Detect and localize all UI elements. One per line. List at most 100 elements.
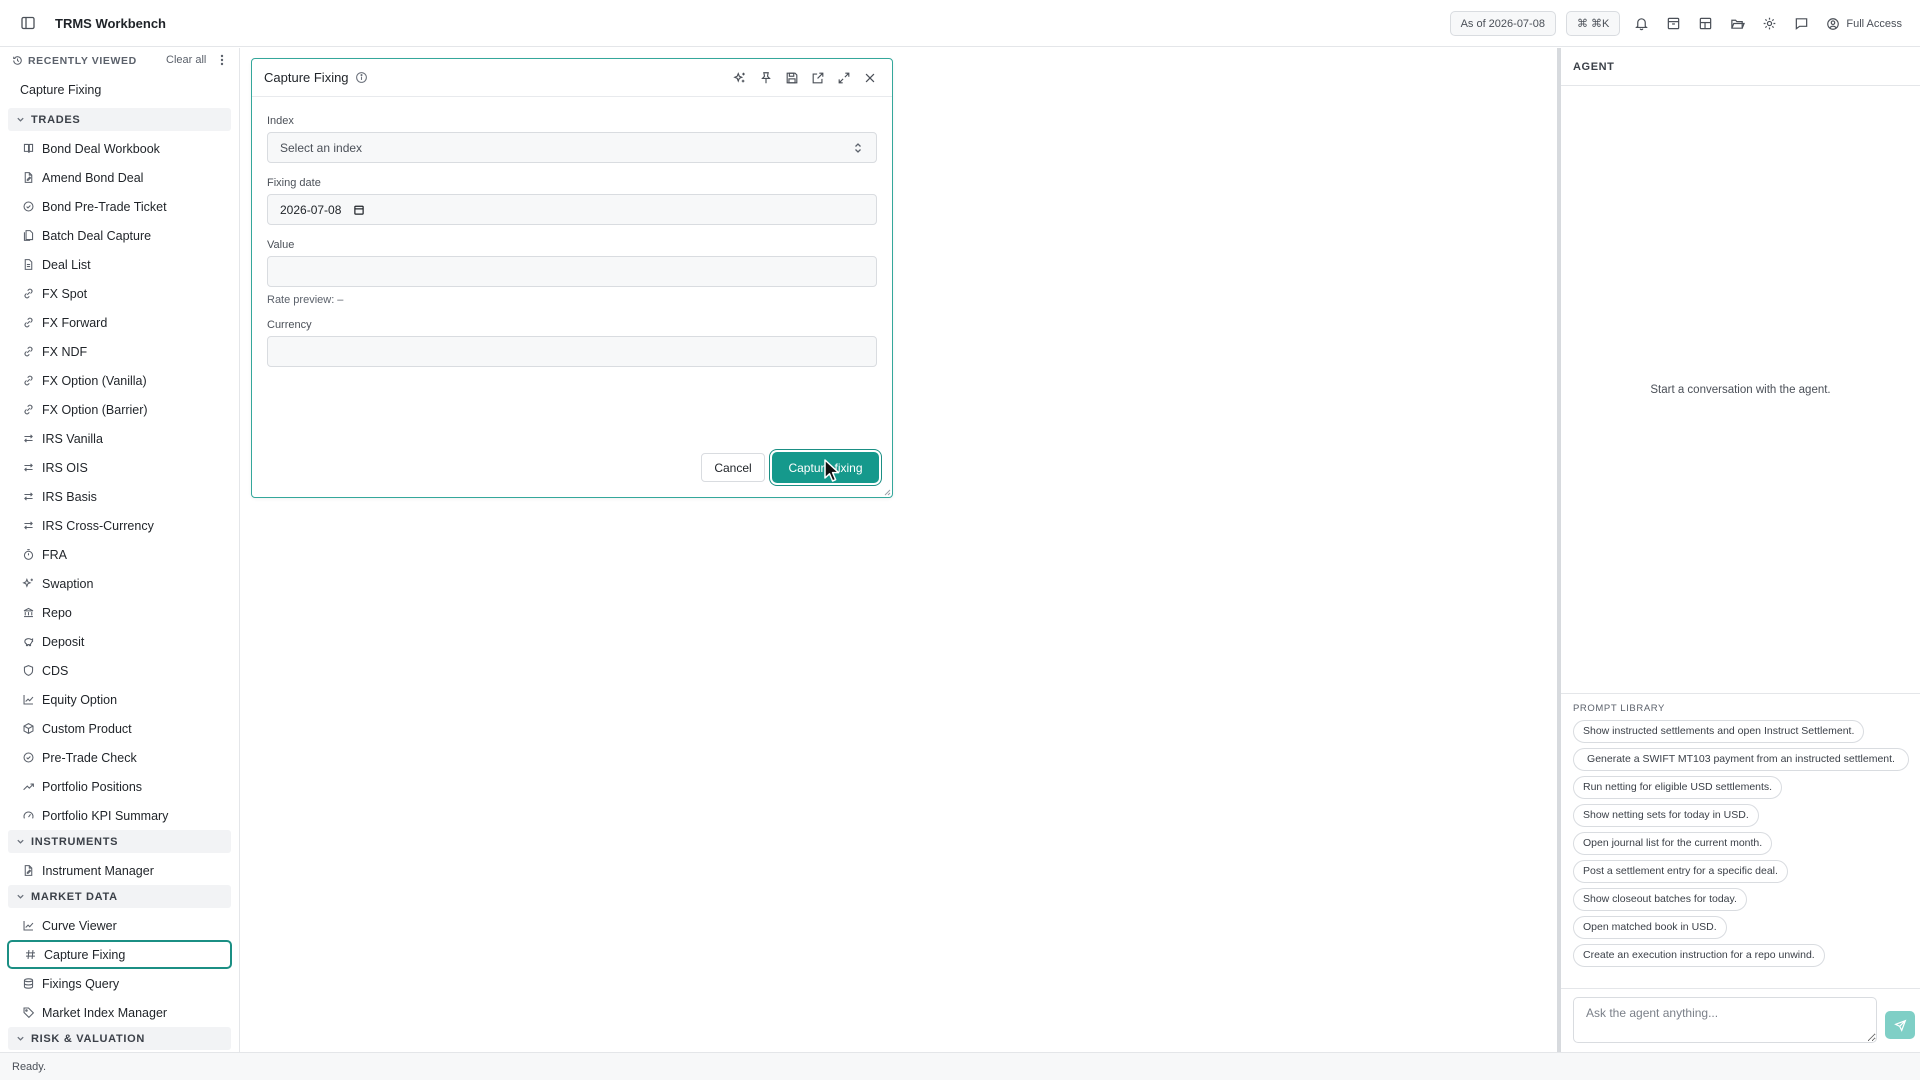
more-vertical-icon[interactable]: [216, 53, 228, 67]
section-title: RISK & VALUATION: [31, 1032, 146, 1045]
sidebar-item-fixings-query[interactable]: Fixings Query: [0, 969, 239, 998]
sidebar-item-label: Swaption: [42, 576, 94, 591]
prompt-chip[interactable]: Show netting sets for today in USD.: [1573, 804, 1759, 827]
close-icon[interactable]: [860, 68, 880, 88]
sidebar-item-market-index-manager[interactable]: Market Index Manager: [0, 998, 239, 1027]
value-input[interactable]: [267, 256, 877, 287]
sidebar-item-label: FX Option (Vanilla): [42, 373, 147, 388]
sidebar-item-irs-cross-currency[interactable]: IRS Cross-Currency: [0, 511, 239, 540]
sidebar-item-bond-deal-workbook[interactable]: Bond Deal Workbook: [0, 134, 239, 163]
sidebar-item-fra[interactable]: FRA: [0, 540, 239, 569]
cancel-button[interactable]: Cancel: [701, 453, 765, 482]
dialog-header[interactable]: Capture Fixing: [252, 59, 892, 97]
sidebar-item-equity-option[interactable]: Equity Option: [0, 685, 239, 714]
sidebar-item-label: FX Forward: [42, 315, 108, 330]
sidebar-item-label: Instrument Manager: [42, 863, 154, 878]
archive-icon[interactable]: [1662, 13, 1684, 35]
dialog-title: Capture Fixing: [264, 70, 349, 85]
sidebar-item-irs-ois[interactable]: IRS OIS: [0, 453, 239, 482]
as-of-date-badge[interactable]: As of 2026-07-08: [1449, 11, 1556, 36]
sparkles-icon[interactable]: [730, 68, 750, 88]
sidebar-item-label: Bond Deal Workbook: [42, 141, 160, 156]
access-menu[interactable]: Full Access: [1826, 17, 1902, 31]
recent-item[interactable]: Capture Fixing: [0, 73, 239, 106]
sidebar-item-irs-basis[interactable]: IRS Basis: [0, 482, 239, 511]
prompt-chip[interactable]: Run netting for eligible USD settlements…: [1573, 776, 1783, 799]
clear-all-button[interactable]: Clear all: [166, 54, 206, 66]
sidebar-item-custom-product[interactable]: Custom Product: [0, 714, 239, 743]
sidebar-item-label: FRA: [42, 547, 67, 562]
swap-icon: [21, 490, 35, 504]
section-header-risk-valuation[interactable]: RISK & VALUATION: [8, 1027, 231, 1050]
sidebar-item-label: Portfolio KPI Summary: [42, 808, 169, 823]
sidebar-item-curve-viewer[interactable]: Curve Viewer: [0, 911, 239, 940]
agent-input[interactable]: [1573, 997, 1877, 1043]
prompt-library: PROMPT LIBRARY Show instructed settlemen…: [1561, 693, 1920, 972]
sidebar-item-label: Pre-Trade Check: [42, 750, 137, 765]
sidebar-item-batch-deal-capture[interactable]: Batch Deal Capture: [0, 221, 239, 250]
calendar-icon[interactable]: [353, 204, 365, 216]
check-circle-icon: [21, 751, 35, 765]
send-button[interactable]: [1885, 1011, 1915, 1039]
link-icon: [21, 287, 35, 301]
prompt-chip[interactable]: Create an execution instruction for a re…: [1573, 944, 1825, 967]
sidebar-item-bond-pre-trade-ticket[interactable]: Bond Pre-Trade Ticket: [0, 192, 239, 221]
sidebar-item-fx-ndf[interactable]: FX NDF: [0, 337, 239, 366]
gear-icon[interactable]: [1758, 13, 1780, 35]
swap-icon: [21, 519, 35, 533]
currency-input[interactable]: [267, 336, 877, 367]
sidebar-item-label: Repo: [42, 605, 72, 620]
chat-icon[interactable]: [1790, 13, 1812, 35]
chart-line-icon: [21, 919, 35, 933]
info-icon[interactable]: [355, 71, 368, 84]
save-icon[interactable]: [782, 68, 802, 88]
external-link-icon[interactable]: [808, 68, 828, 88]
index-select-value: Select an index: [280, 140, 363, 155]
section-header-trades[interactable]: TRADES: [8, 108, 231, 131]
sidebar-item-deposit[interactable]: Deposit: [0, 627, 239, 656]
sidebar-item-repo[interactable]: Repo: [0, 598, 239, 627]
sidebar-item-pre-trade-check[interactable]: Pre-Trade Check: [0, 743, 239, 772]
section-header-market-data[interactable]: MARKET DATA: [8, 885, 231, 908]
sidebar-item-deal-list[interactable]: Deal List: [0, 250, 239, 279]
sidebar-item-portfolio-kpi-summary[interactable]: Portfolio KPI Summary: [0, 801, 239, 830]
prompt-chip[interactable]: Generate a SWIFT MT103 payment from an i…: [1573, 748, 1909, 771]
sidebar-item-portfolio-positions[interactable]: Portfolio Positions: [0, 772, 239, 801]
sidebar-item-irs-vanilla[interactable]: IRS Vanilla: [0, 424, 239, 453]
prompt-chip[interactable]: Show instructed settlements and open Ins…: [1573, 720, 1865, 743]
agent-panel: AGENT Start a conversation with the agen…: [1557, 48, 1920, 1052]
prompt-chip[interactable]: Show closeout batches for today.: [1573, 888, 1747, 911]
sidebar-toggle-icon[interactable]: [17, 12, 39, 34]
layout-icon[interactable]: [1694, 13, 1716, 35]
nav-sections: TRADES Bond Deal Workbook Amend Bond Deal B…: [0, 108, 239, 1050]
sidebar-item-swaption[interactable]: Swaption: [0, 569, 239, 598]
section-header-instruments[interactable]: INSTRUMENTS: [8, 830, 231, 853]
value-label: Value: [267, 239, 295, 251]
sidebar-item-cds[interactable]: CDS: [0, 656, 239, 685]
link-icon: [21, 374, 35, 388]
pin-icon[interactable]: [756, 68, 776, 88]
command-palette-button[interactable]: ⌘ ⌘K: [1565, 11, 1621, 36]
sidebar-item-fx-option-vanilla[interactable]: FX Option (Vanilla): [0, 366, 239, 395]
fixing-date-input[interactable]: 2026-07-08: [267, 194, 877, 225]
sidebar-item-fx-forward[interactable]: FX Forward: [0, 308, 239, 337]
history-icon: [13, 56, 22, 65]
sidebar-item-instrument-manager[interactable]: Instrument Manager: [0, 856, 239, 885]
maximize-icon[interactable]: [834, 68, 854, 88]
index-select[interactable]: Select an index: [267, 132, 877, 163]
link-icon: [21, 316, 35, 330]
prompt-chip[interactable]: Post a settlement entry for a specific d…: [1573, 860, 1788, 883]
bell-icon[interactable]: [1630, 13, 1652, 35]
sidebar-item-amend-bond-deal[interactable]: Amend Bond Deal: [0, 163, 239, 192]
prompt-chip[interactable]: Open journal list for the current month.: [1573, 832, 1773, 855]
resize-grip-icon[interactable]: [884, 489, 891, 496]
sidebar-item-fx-spot[interactable]: FX Spot: [0, 279, 239, 308]
sidebar-item-capture-fixing[interactable]: Capture Fixing: [7, 940, 232, 969]
access-label: Full Access: [1846, 17, 1902, 30]
sidebar-item-label: IRS OIS: [42, 460, 88, 475]
section-title: MARKET DATA: [31, 890, 118, 903]
sidebar-item-fx-option-barrier[interactable]: FX Option (Barrier): [0, 395, 239, 424]
folder-open-icon[interactable]: [1726, 13, 1748, 35]
check-circle-icon: [21, 200, 35, 214]
prompt-chip[interactable]: Open matched book in USD.: [1573, 916, 1727, 939]
